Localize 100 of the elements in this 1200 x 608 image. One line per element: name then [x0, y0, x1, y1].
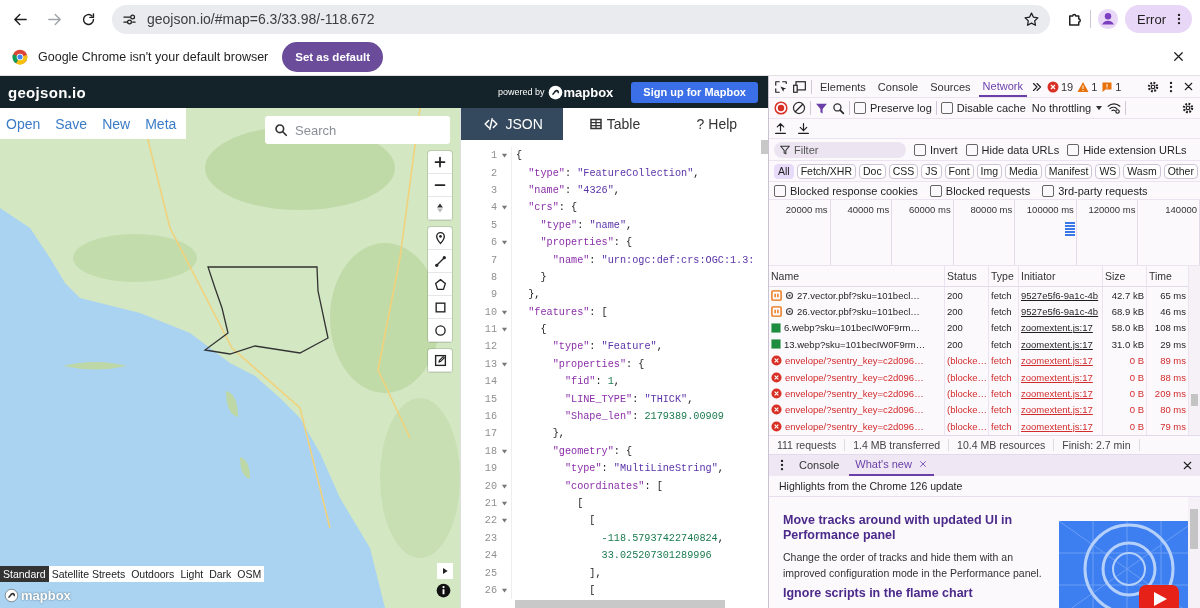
- menu-link[interactable]: Meta: [145, 116, 177, 132]
- fold-icon[interactable]: [500, 308, 508, 316]
- initiator-link[interactable]: zoomextent.js:17: [1021, 338, 1093, 350]
- type-filter-chip[interactable]: Wasm: [1123, 163, 1161, 179]
- type-filter-chip[interactable]: Font: [944, 163, 974, 179]
- type-filter-chip[interactable]: All: [774, 163, 794, 179]
- initiator-link[interactable]: zoomextent.js:17: [1021, 322, 1093, 334]
- fold-icon[interactable]: [500, 239, 508, 247]
- inspect-icon[interactable]: [774, 79, 788, 94]
- map-style-option[interactable]: OSM: [234, 566, 265, 582]
- throttling-select[interactable]: No throttling: [1031, 102, 1092, 114]
- type-filter-chip[interactable]: CSS: [888, 163, 919, 179]
- column-header[interactable]: Name: [769, 266, 945, 287]
- signup-button[interactable]: Sign up for Mapbox: [631, 81, 758, 103]
- checkbox[interactable]: [929, 184, 942, 197]
- drawer-tab[interactable]: Console: [793, 454, 846, 476]
- settings-icon[interactable]: [1181, 101, 1195, 115]
- initiator-link[interactable]: 9527e5f6-9a1c-4b: [1021, 289, 1099, 301]
- column-header[interactable]: Type: [989, 266, 1019, 287]
- type-filter-chip[interactable]: WS: [1095, 163, 1121, 179]
- request-name[interactable]: envelope/?sentry_key=c2d096…: [785, 388, 924, 400]
- request-name[interactable]: 13.webp?sku=101becIW0F9rm…: [784, 338, 926, 350]
- type-filter-chip[interactable]: Img: [976, 163, 1003, 179]
- set-default-button[interactable]: Set as default: [282, 41, 384, 72]
- menu-link[interactable]: Save: [55, 116, 88, 132]
- initiator-link[interactable]: zoomextent.js:17: [1021, 355, 1093, 367]
- initiator-link[interactable]: zoomextent.js:17: [1021, 371, 1093, 383]
- expand-button[interactable]: [437, 563, 453, 579]
- request-name[interactable]: envelope/?sentry_key=c2d096…: [785, 404, 924, 416]
- request-name[interactable]: 6.webp?sku=101becIW0F9rm…: [784, 322, 920, 334]
- filter-icon[interactable]: [815, 101, 828, 115]
- avatar-icon[interactable]: [1097, 8, 1120, 30]
- fold-icon[interactable]: [500, 152, 508, 160]
- more-tabs-icon[interactable]: [1030, 80, 1043, 93]
- panel-tab[interactable]: Network: [978, 76, 1027, 97]
- search-field[interactable]: Search: [265, 116, 450, 144]
- drawer-tab[interactable]: What's new: [849, 454, 934, 476]
- filter-field[interactable]: Filter: [774, 141, 906, 158]
- scrollbar-thumb[interactable]: [1190, 508, 1198, 549]
- network-conditions-icon[interactable]: [1107, 101, 1122, 115]
- checkbox[interactable]: [940, 102, 953, 114]
- article-heading[interactable]: Move tracks around with updated UI in Performance panel: [783, 512, 1045, 544]
- fold-icon[interactable]: [500, 447, 508, 455]
- type-filter-chip[interactable]: Media: [1005, 163, 1042, 179]
- request-name[interactable]: envelope/?sentry_key=c2d096…: [785, 371, 924, 383]
- checkbox[interactable]: [914, 143, 926, 156]
- panel-tab[interactable]: Console: [873, 76, 923, 97]
- request-name[interactable]: 26.vector.pbf?sku=101becl…: [797, 306, 920, 318]
- close-icon[interactable]: [1171, 49, 1186, 64]
- fold-icon[interactable]: [500, 326, 508, 334]
- scrollbar-thumb[interactable]: [761, 140, 768, 154]
- panel-tab[interactable]: Elements: [816, 76, 870, 97]
- checkbox[interactable]: [1067, 143, 1080, 156]
- type-filter-chip[interactable]: Doc: [859, 163, 886, 179]
- initiator-link[interactable]: zoomextent.js:17: [1021, 404, 1093, 416]
- device-icon[interactable]: [792, 79, 807, 94]
- initiator-link[interactable]: zoomextent.js:17: [1021, 388, 1093, 400]
- caret-icon[interactable]: [1095, 104, 1104, 112]
- download-icon[interactable]: [797, 122, 810, 135]
- checkbox[interactable]: [965, 143, 978, 156]
- column-header[interactable]: Status: [945, 266, 989, 287]
- fold-icon[interactable]: [500, 360, 508, 368]
- type-filter-chip[interactable]: Other: [1163, 163, 1198, 179]
- issue-counter[interactable]: 1: [1101, 80, 1122, 93]
- column-header[interactable]: Size: [1103, 266, 1147, 287]
- fold-icon[interactable]: [500, 586, 508, 594]
- article-heading[interactable]: Ignore scripts in the flame chart: [783, 586, 1045, 602]
- close-icon[interactable]: [1182, 80, 1195, 93]
- search-icon[interactable]: [832, 101, 845, 115]
- fold-icon[interactable]: [500, 482, 508, 490]
- fold-icon[interactable]: [500, 517, 508, 525]
- error-counter[interactable]: 19: [1046, 80, 1074, 93]
- menu-link[interactable]: New: [102, 116, 131, 132]
- menu-link[interactable]: Open: [6, 116, 41, 132]
- map-style-option[interactable]: Satellite Streets: [48, 566, 129, 582]
- checkbox[interactable]: [774, 184, 786, 197]
- map-style-option[interactable]: Outdoors: [128, 566, 178, 582]
- site-settings-icon[interactable]: [122, 11, 137, 27]
- type-filter-chip[interactable]: Fetch/XHR: [796, 163, 857, 179]
- profile-button[interactable]: Error: [1125, 5, 1192, 33]
- checkbox[interactable]: [854, 102, 866, 114]
- request-name[interactable]: 27.vector.pbf?sku=101becl…: [797, 289, 920, 301]
- map-style-option[interactable]: Dark: [206, 566, 235, 582]
- scrollbar-thumb[interactable]: [1191, 394, 1198, 406]
- fold-icon[interactable]: [500, 500, 508, 507]
- fold-icon[interactable]: [500, 204, 508, 212]
- map-style-option[interactable]: Light: [177, 566, 207, 582]
- request-name[interactable]: envelope/?sentry_key=c2d096…: [785, 355, 924, 367]
- star-icon[interactable]: [1023, 10, 1041, 28]
- type-filter-chip[interactable]: Manifest: [1044, 163, 1093, 179]
- address-bar[interactable]: geojson.io/#map=6.3/33.98/-118.672: [112, 4, 1051, 34]
- warning-counter[interactable]: 1: [1077, 80, 1098, 93]
- type-filter-chip[interactable]: JS: [921, 163, 942, 179]
- clear-icon[interactable]: [792, 101, 806, 115]
- checkbox[interactable]: [1042, 184, 1055, 197]
- panel-tab[interactable]: Sources: [926, 76, 975, 97]
- info-icon[interactable]: [436, 583, 451, 598]
- map-style-option[interactable]: Standard: [0, 566, 49, 582]
- editor-tab[interactable]: JSON: [461, 108, 564, 140]
- initiator-link[interactable]: 9527e5f6-9a1c-4b: [1021, 306, 1099, 318]
